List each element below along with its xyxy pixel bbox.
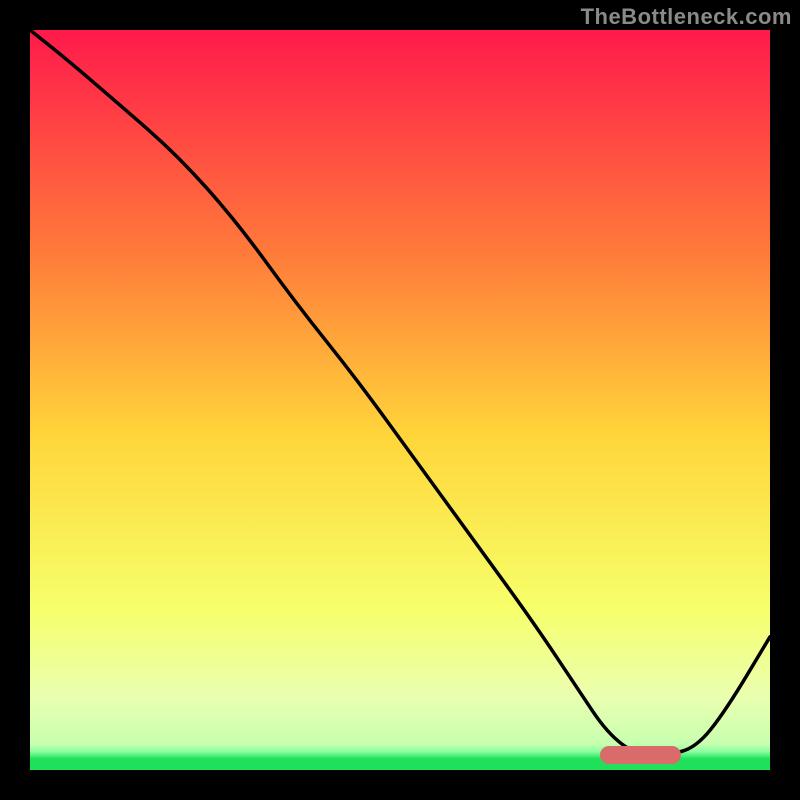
chart-stage: TheBottleneck.com [0,0,800,800]
attribution-label: TheBottleneck.com [581,4,792,30]
plot-area [30,30,770,770]
optimal-range-marker [600,746,681,764]
gradient-background [30,30,770,770]
